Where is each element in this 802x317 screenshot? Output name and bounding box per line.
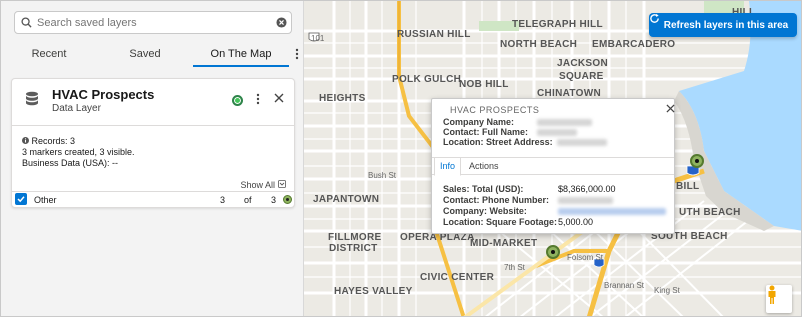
records-text: Records: 3 bbox=[31, 136, 76, 146]
visibility-status-dot[interactable] bbox=[232, 95, 243, 106]
kebab-icon[interactable] bbox=[289, 41, 304, 67]
refresh-label: Refresh layers in this area bbox=[663, 19, 789, 31]
map-label-fillmore: FILLMORE bbox=[328, 232, 382, 243]
tab-saved[interactable]: Saved bbox=[97, 41, 193, 67]
sales-value: $8,366,000.00 bbox=[558, 184, 616, 194]
collapse-icon bbox=[278, 180, 286, 190]
map-marker[interactable] bbox=[690, 154, 704, 168]
street-label: 7th St bbox=[504, 263, 525, 272]
street-address-label: Location: Street Address: bbox=[443, 137, 553, 147]
layer-card: HVAC Prospects Data Layer Records: 3 3 m… bbox=[11, 78, 295, 208]
show-all-toggle[interactable]: Show All bbox=[240, 180, 286, 190]
phone-label: Contact: Phone Number: bbox=[443, 195, 550, 205]
map-label-south-beach-partial: UTH BEACH bbox=[679, 207, 741, 218]
tab-info[interactable]: Info bbox=[434, 158, 462, 176]
map-label-mid-market: MID-MARKET bbox=[470, 238, 538, 249]
map-label-polk-gulch: POLK GULCH bbox=[392, 74, 462, 85]
marker-legend-icon bbox=[283, 195, 292, 204]
street-label: King St bbox=[654, 286, 680, 295]
sqft-label: Location: Square Footage: bbox=[443, 217, 558, 227]
map-label-embarcadero: EMBARCADERO bbox=[592, 39, 676, 50]
records-line: Records: 3 bbox=[22, 136, 135, 147]
map-canvas[interactable]: TELEGRAPH HILL RUSSIAN HILL NORTH BEACH … bbox=[304, 1, 801, 316]
sqft-value: 5,000.00 bbox=[558, 217, 594, 227]
map-label-telegraph-hill: TELEGRAPH HILL bbox=[512, 19, 603, 30]
kebab-icon[interactable] bbox=[256, 93, 266, 108]
redacted-value bbox=[557, 139, 607, 146]
map-marker[interactable] bbox=[546, 245, 560, 259]
database-icon bbox=[25, 91, 39, 110]
map-label-japantown: JAPANTOWN bbox=[313, 194, 380, 205]
street-label: Bush St bbox=[368, 171, 397, 180]
search-box[interactable] bbox=[14, 11, 292, 34]
show-all-label: Show All bbox=[240, 180, 275, 190]
visible-count: 3 bbox=[220, 195, 226, 205]
map-label-russian-hill: RUSSIAN HILL bbox=[397, 29, 471, 40]
search-input[interactable] bbox=[37, 16, 271, 29]
redacted-value bbox=[558, 197, 613, 204]
map-label-north-beach: NORTH BEACH bbox=[500, 39, 578, 50]
checkbox-checked-icon[interactable] bbox=[15, 193, 27, 205]
redacted-value bbox=[537, 119, 592, 126]
map-label-heights: HEIGHTS bbox=[319, 93, 366, 104]
map-label-square: SQUARE bbox=[559, 71, 604, 82]
layer-tabs: Recent Saved On The Map bbox=[1, 41, 304, 67]
info-icon bbox=[22, 136, 29, 146]
record-popup: HVAC PROSPECTS Company Name: Contact: Fu… bbox=[431, 98, 675, 234]
sales-label: Sales: Total (USD): bbox=[443, 184, 524, 194]
refresh-layers-button[interactable]: Refresh layers in this area bbox=[649, 13, 797, 37]
pegman-icon[interactable] bbox=[766, 285, 792, 313]
map-label-jackson: JACKSON bbox=[557, 58, 608, 69]
layers-panel: Recent Saved On The Map HVAC Prospects D… bbox=[1, 1, 304, 316]
redacted-link[interactable] bbox=[558, 208, 666, 215]
company-name-label: Company Name: bbox=[443, 117, 515, 127]
legend-label: Other bbox=[34, 195, 57, 205]
markers-text: 3 markers created, 3 visible. bbox=[22, 147, 135, 157]
map-label-bill-partial: BILL bbox=[676, 181, 700, 192]
close-icon[interactable] bbox=[274, 93, 284, 106]
map-label-nob-hill: NOB HILL bbox=[459, 79, 509, 90]
website-label: Company: Website: bbox=[443, 206, 527, 216]
popup-title: HVAC PROSPECTS bbox=[450, 105, 540, 115]
tab-recent[interactable]: Recent bbox=[1, 41, 97, 67]
total-count: 3 bbox=[271, 195, 277, 205]
app-frame: Recent Saved On The Map HVAC Prospects D… bbox=[0, 0, 802, 317]
street-label: Folsom St bbox=[567, 253, 604, 262]
popup-tabs: Info Actions bbox=[432, 157, 674, 176]
business-data-text: Business Data (USA): -- bbox=[22, 158, 119, 168]
card-divider bbox=[12, 125, 294, 126]
tab-actions[interactable]: Actions bbox=[464, 158, 504, 175]
tab-on-the-map[interactable]: On The Map bbox=[193, 41, 289, 67]
street-label: Brannan St bbox=[604, 281, 645, 290]
street-label: 101 bbox=[311, 34, 325, 43]
layer-title: HVAC Prospects bbox=[52, 87, 155, 102]
map-label-hayes-valley: HAYES VALLEY bbox=[334, 286, 413, 297]
clear-icon[interactable] bbox=[271, 17, 291, 28]
search-icon bbox=[15, 17, 37, 28]
layer-info: Records: 3 3 markers created, 3 visible.… bbox=[22, 136, 135, 169]
layer-subtitle: Data Layer bbox=[52, 103, 101, 114]
map-label-civic-center: CIVIC CENTER bbox=[420, 272, 495, 283]
contact-name-label: Contact: Full Name: bbox=[443, 127, 529, 137]
redacted-value bbox=[537, 129, 577, 136]
of-text: of bbox=[244, 195, 252, 205]
map-label-district: DISTRICT bbox=[329, 243, 378, 254]
